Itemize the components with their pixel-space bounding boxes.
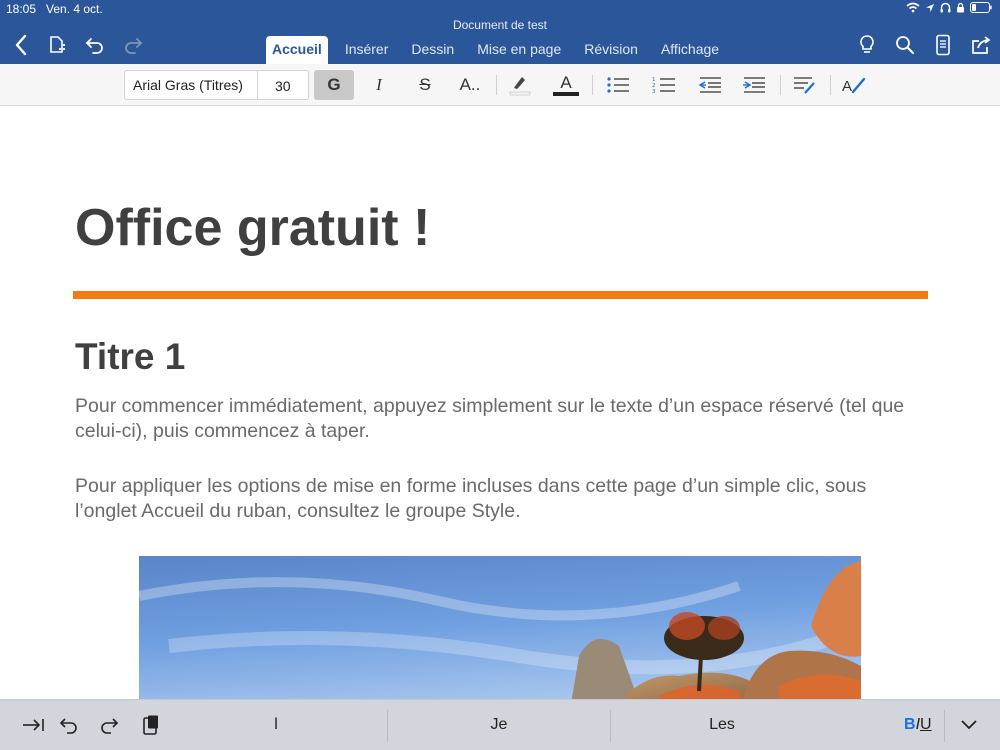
kb-bold-button[interactable]: B [904,716,916,733]
increase-indent-button[interactable] [734,70,774,100]
status-time: 18:05 [6,2,37,16]
share-icon [972,36,991,54]
ribbon-divider [592,75,593,95]
svg-text:3: 3 [652,89,656,94]
bold-label: G [327,75,341,94]
kb-underline-button[interactable]: U [920,716,932,733]
svg-text:A: A [842,78,852,95]
suggestion-divider [387,710,388,742]
font-color-button[interactable]: A [546,70,586,100]
redo-icon [125,38,143,54]
font-picker[interactable]: Arial Gras (Titres) 30 [124,70,309,100]
bullets-button[interactable] [598,70,638,100]
tab-revision[interactable]: Révision [578,36,644,64]
back-button[interactable] [8,32,34,58]
tab-inserer[interactable]: Insérer [339,36,395,64]
landscape-photo [139,556,861,699]
styles-button[interactable]: A [834,70,874,100]
suggestion-2[interactable]: Je [469,716,529,734]
mobile-view-icon [936,34,950,56]
body-paragraph-2[interactable]: Pour appliquer les options de mise en fo… [75,474,925,524]
status-icons [906,2,992,13]
tab-key-button[interactable] [20,712,46,738]
redo-icon [101,718,119,734]
bullet-list-icon [607,77,629,93]
heading-1[interactable]: Titre 1 [75,336,185,378]
tab-dessin[interactable]: Dessin [405,36,460,64]
suggestion-divider [610,710,611,742]
document-heading[interactable]: Office gratuit ! [75,198,430,258]
tab-mise-en-page[interactable]: Mise en page [471,36,567,64]
share-button[interactable] [968,32,994,58]
italic-button[interactable]: I [359,70,399,100]
ideas-button[interactable] [854,32,880,58]
decrease-indent-icon [698,77,721,93]
font-size-field[interactable]: 30 [275,78,291,94]
font-color-swatch [553,91,579,96]
font-color-label: A [560,72,572,92]
app-header: 18:05 Ven. 4 oct. Document de test Accue… [0,0,1000,64]
ribbon-tabs: Accueil Insérer Dessin Mise en page Révi… [266,36,736,64]
tab-affichage[interactable]: Affichage [655,36,725,64]
home-ribbon: Arial Gras (Titres) 30 G I S A.. A 1 2 3… [0,64,1000,106]
search-button[interactable] [892,32,918,58]
undo-button[interactable] [82,32,108,58]
wifi-icon [906,2,920,13]
location-icon [926,3,934,12]
strikethrough-button[interactable]: S [405,70,445,100]
file-icon [50,36,66,53]
body-paragraph-1[interactable]: Pour commencer immédiatement, appuyez si… [75,394,925,444]
italic-label: I [376,75,382,94]
paragraph-format-icon [794,77,815,94]
keyboard-shortcut-bar: l Je Les BIU [0,699,1000,750]
headphones-icon [940,2,951,13]
undo-icon [59,718,77,734]
font-name-field[interactable]: Arial Gras (Titres) [133,77,243,93]
clipboard-icon [143,715,158,735]
undo-icon [85,38,103,54]
highlighter-icon [509,77,531,96]
numbering-button[interactable]: 123 [644,70,684,100]
numbered-list-icon: 123 [652,77,675,94]
title-underline-rule [73,291,928,299]
ribbon-divider [780,75,781,95]
paragraph-format-button[interactable] [784,70,824,100]
chevron-down-icon [961,720,977,730]
highlight-button[interactable] [500,70,540,100]
chevron-left-icon [15,34,27,56]
ribbon-divider [830,75,831,95]
suggestion-3[interactable]: Les [692,716,752,734]
document-title: Document de test [452,18,548,32]
keyboard-undo-button[interactable] [56,712,82,738]
increase-indent-icon [743,77,765,93]
keyboard-redo-button[interactable] [96,712,122,738]
bold-button[interactable]: G [314,70,354,100]
document-canvas[interactable]: Office gratuit ! Titre 1 Pour commencer … [0,106,1000,699]
hide-keyboard-button[interactable] [956,712,982,738]
text-effects-button[interactable]: A.. [450,70,490,100]
font-box-divider [257,71,258,99]
file-button[interactable] [44,32,70,58]
ribbon-divider [496,75,497,95]
keyboard-divider [944,710,945,742]
styles-icon: A [842,77,866,95]
search-icon [896,36,914,54]
strike-label: S [419,75,431,94]
lightbulb-icon [860,35,874,53]
decrease-indent-button[interactable] [690,70,730,100]
word-app: 18:05 Ven. 4 oct. Document de test Accue… [0,0,1000,750]
suggestion-1[interactable]: l [246,716,306,734]
redo-button[interactable] [120,32,146,58]
battery-icon [970,2,992,13]
text-effects-label: A.. [459,75,481,94]
lock-rotation-icon [957,2,964,13]
biu-format-buttons[interactable]: BIU [904,716,932,734]
status-date: Ven. 4 oct. [46,2,103,16]
document-image[interactable] [139,556,861,699]
paste-button[interactable] [138,712,164,738]
mobile-view-button[interactable] [930,32,956,58]
tab-accueil[interactable]: Accueil [266,36,328,64]
tab-arrow-icon [23,719,44,731]
